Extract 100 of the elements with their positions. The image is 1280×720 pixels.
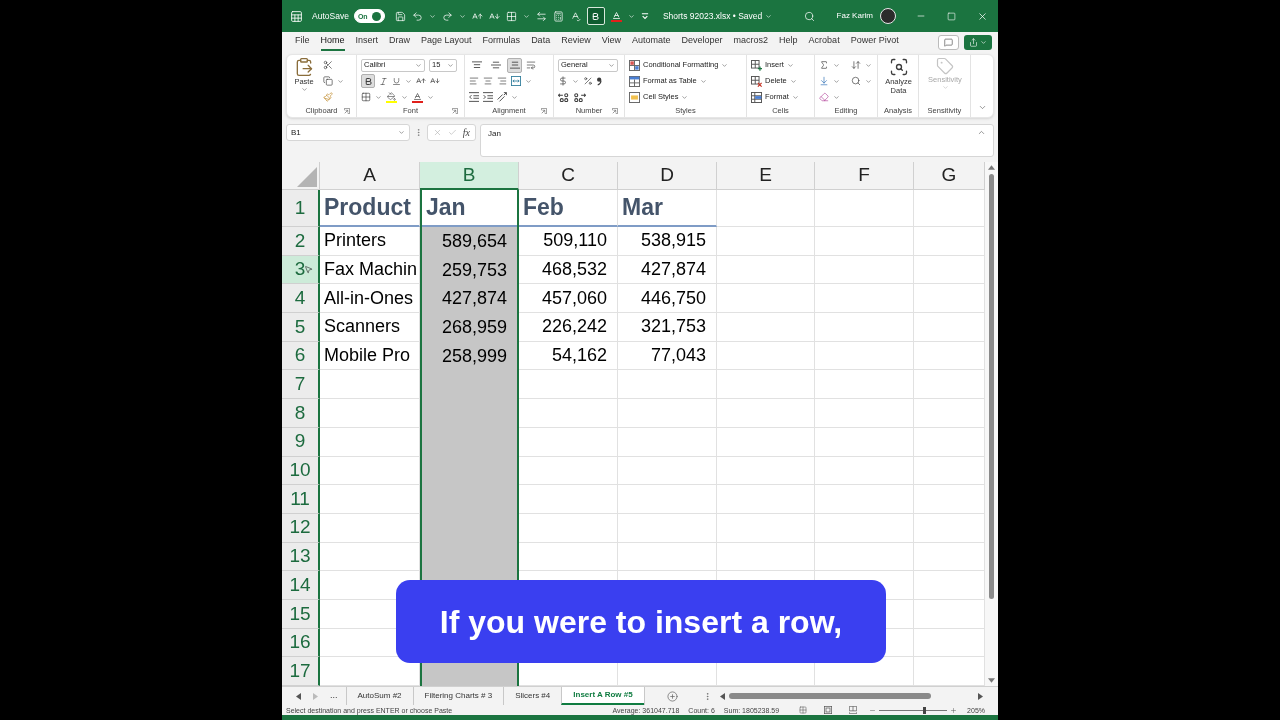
- row-header[interactable]: 7: [282, 370, 320, 400]
- calculator-icon[interactable]: [552, 10, 564, 22]
- underline-icon[interactable]: [392, 76, 401, 86]
- column-header[interactable]: E: [717, 162, 815, 190]
- scroll-down-icon[interactable]: [988, 678, 995, 683]
- borders-icon[interactable]: [361, 92, 371, 102]
- shrink-font-icon[interactable]: [488, 10, 500, 22]
- vertical-align-button[interactable]: [507, 57, 522, 73]
- row-header[interactable]: 8: [282, 399, 320, 428]
- user-name[interactable]: Faz Karim: [836, 10, 873, 22]
- share-button[interactable]: [964, 34, 992, 50]
- document-title-button[interactable]: Shorts 92023.xlsx • Saved: [662, 9, 773, 23]
- ribbon-tab[interactable]: Insert: [355, 33, 379, 51]
- comments-button[interactable]: [938, 34, 959, 50]
- ribbon-tab[interactable]: Draw: [389, 33, 411, 51]
- caret-icon[interactable]: [337, 77, 344, 85]
- insert-function-button[interactable]: fx: [462, 125, 470, 140]
- row-header[interactable]: 13: [282, 542, 320, 572]
- wrap-text-icon[interactable]: [526, 60, 536, 70]
- format-cells-icon[interactable]: [751, 91, 762, 103]
- bold-icon[interactable]: [591, 11, 601, 21]
- row-header[interactable]: 16: [282, 628, 320, 658]
- align-middle-icon[interactable]: [490, 61, 501, 69]
- grid-view-icon[interactable]: [799, 706, 808, 714]
- column-header[interactable]: G: [914, 162, 985, 190]
- ribbon-tab[interactable]: Review: [561, 33, 591, 51]
- corner-arrow-icon[interactable]: [452, 108, 458, 114]
- dollar-icon[interactable]: [558, 76, 568, 86]
- row-header[interactable]: 17: [282, 657, 320, 686]
- insert-cells-icon[interactable]: [751, 59, 762, 71]
- collapse-ribbon-icon[interactable]: [978, 103, 987, 112]
- row-header[interactable]: 14: [282, 571, 320, 600]
- page-break-icon[interactable]: [849, 706, 858, 714]
- row-header[interactable]: 10: [282, 456, 320, 486]
- zoom-in-icon[interactable]: [950, 706, 958, 714]
- more-sheets-button[interactable]: ...: [330, 689, 338, 703]
- ribbon-tab[interactable]: Help: [779, 33, 798, 51]
- share-icon[interactable]: [969, 37, 978, 47]
- caret-icon[interactable]: [428, 12, 436, 20]
- column-header[interactable]: A: [320, 162, 420, 190]
- align-left-icon[interactable]: [469, 76, 479, 86]
- indent-decrease-icon[interactable]: [469, 92, 479, 102]
- indent-increase-icon[interactable]: [483, 92, 493, 102]
- maximize-icon[interactable]: [947, 11, 956, 21]
- copy-icon[interactable]: [323, 76, 333, 86]
- speech-bubble-icon[interactable]: [944, 37, 953, 47]
- clipboard-icon[interactable]: [294, 57, 314, 77]
- row-header[interactable]: 2: [282, 227, 320, 256]
- caret-icon[interactable]: [375, 93, 382, 101]
- row-header[interactable]: 15: [282, 599, 320, 629]
- arrows-icon[interactable]: [535, 10, 547, 22]
- undo-icon[interactable]: [411, 10, 423, 22]
- scroll-up-icon[interactable]: [988, 165, 995, 170]
- font-color-icon[interactable]: [412, 91, 423, 103]
- formula-input[interactable]: Jan: [480, 124, 994, 157]
- row-header[interactable]: 3: [282, 255, 320, 285]
- zoom-slider[interactable]: [879, 706, 948, 714]
- name-box[interactable]: B1: [286, 124, 410, 141]
- align-right-icon[interactable]: [497, 76, 507, 86]
- sort-arrows-icon[interactable]: [851, 60, 861, 70]
- caret-icon[interactable]: [427, 93, 434, 101]
- caret-icon[interactable]: [627, 12, 635, 20]
- row-header[interactable]: 11: [282, 485, 320, 514]
- save-icon[interactable]: [394, 10, 406, 22]
- ribbon-tab[interactable]: Home: [320, 33, 345, 51]
- column-header[interactable]: F: [815, 162, 914, 190]
- redo-icon[interactable]: [441, 10, 453, 22]
- row-header[interactable]: 6: [282, 341, 320, 371]
- ribbon-tab[interactable]: Formulas: [482, 33, 521, 51]
- ribbon-tab[interactable]: Acrobat: [808, 33, 840, 51]
- caret-icon[interactable]: [522, 12, 530, 20]
- select-all-triangle-icon[interactable]: [297, 167, 317, 187]
- caret-icon[interactable]: [398, 129, 405, 136]
- align-top-icon[interactable]: [471, 61, 482, 69]
- check-icon[interactable]: [447, 128, 457, 137]
- corner-arrow-icon[interactable]: [541, 108, 547, 114]
- fill-color-icon[interactable]: [386, 91, 397, 103]
- ribbon-tab[interactable]: macros2: [733, 33, 769, 51]
- search-icon[interactable]: [803, 10, 815, 22]
- italic-icon[interactable]: [379, 76, 388, 86]
- ribbon-tab[interactable]: View: [601, 33, 621, 51]
- row-header[interactable]: 9: [282, 427, 320, 457]
- ribbon-tab[interactable]: Page Layout: [421, 33, 472, 51]
- collapse-icon[interactable]: [977, 128, 986, 137]
- avatar[interactable]: [880, 8, 896, 24]
- caret-icon[interactable]: [765, 12, 773, 20]
- page-layout-icon[interactable]: [824, 706, 833, 714]
- conditional-grid-icon[interactable]: [629, 59, 640, 71]
- spell-check-icon[interactable]: [569, 10, 581, 22]
- caret-icon[interactable]: [300, 86, 308, 93]
- caret-icon[interactable]: [699, 77, 707, 85]
- align-bottom-icon[interactable]: [509, 61, 520, 69]
- fill-down-icon[interactable]: [819, 76, 829, 86]
- caret-icon[interactable]: [608, 61, 615, 69]
- search-icon[interactable]: [851, 76, 861, 86]
- increase-decimal-icon[interactable]: [558, 92, 570, 102]
- scroll-left-icon[interactable]: [719, 692, 725, 700]
- decrease-decimal-icon[interactable]: [574, 92, 586, 102]
- corner-arrow-icon[interactable]: [344, 108, 350, 114]
- add-sheet-icon[interactable]: [666, 690, 678, 702]
